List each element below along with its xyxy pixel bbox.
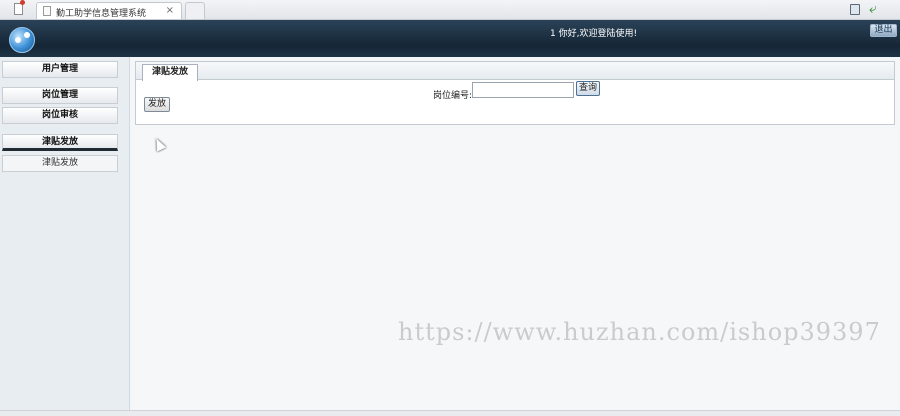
browser-tab[interactable]: 勤工助学信息管理系统 × — [36, 2, 182, 19]
sidebar-item-allowance[interactable]: 津贴发放 — [2, 134, 118, 151]
panel-tab-bar: 津贴发放 — [136, 62, 894, 81]
watermark: https://www.huzhan.com/ishop39397 — [398, 318, 881, 346]
post-number-label: 岗位编号: — [433, 91, 473, 101]
logout-button[interactable]: 退出 — [870, 24, 897, 37]
tab-title: 勤工助学信息管理系统 — [56, 9, 147, 19]
sidebar-item-user-management[interactable]: 用户管理 — [2, 61, 118, 78]
page-icon — [43, 6, 51, 16]
sidebar: 用户管理 岗位管理 岗位审核 津贴发放 津贴发放 — [0, 57, 130, 416]
welcome-text: 1 你好,欢迎登陆使用! — [550, 29, 638, 39]
post-number-input[interactable] — [472, 82, 574, 98]
sidebar-item-post-review[interactable]: 岗位审核 — [2, 107, 118, 124]
document-icon — [14, 0, 25, 15]
back-arrow-icon[interactable]: ⤶ — [869, 1, 877, 17]
sidebar-subitem-allowance[interactable]: 津贴发放 — [2, 155, 118, 172]
allowance-panel: 津贴发放 岗位编号: 查询 发放 — [135, 61, 895, 125]
app-header: 1 你好,欢迎登陆使用! 退出 — [0, 20, 900, 57]
content-area — [135, 128, 897, 412]
issue-button[interactable]: 发放 — [144, 97, 170, 112]
sidebar-item-post-management[interactable]: 岗位管理 — [2, 87, 118, 104]
new-tab-button[interactable] — [185, 2, 205, 19]
taskbar — [0, 410, 900, 416]
tab-close-icon[interactable]: × — [166, 5, 174, 16]
query-button[interactable]: 查询 — [576, 81, 600, 96]
logo-icon — [9, 27, 35, 53]
browser-tab-strip: 勤工助学信息管理系统 × ⤶ — [0, 0, 900, 20]
save-icon[interactable] — [850, 4, 860, 15]
tab-allowance[interactable]: 津贴发放 — [142, 64, 198, 81]
